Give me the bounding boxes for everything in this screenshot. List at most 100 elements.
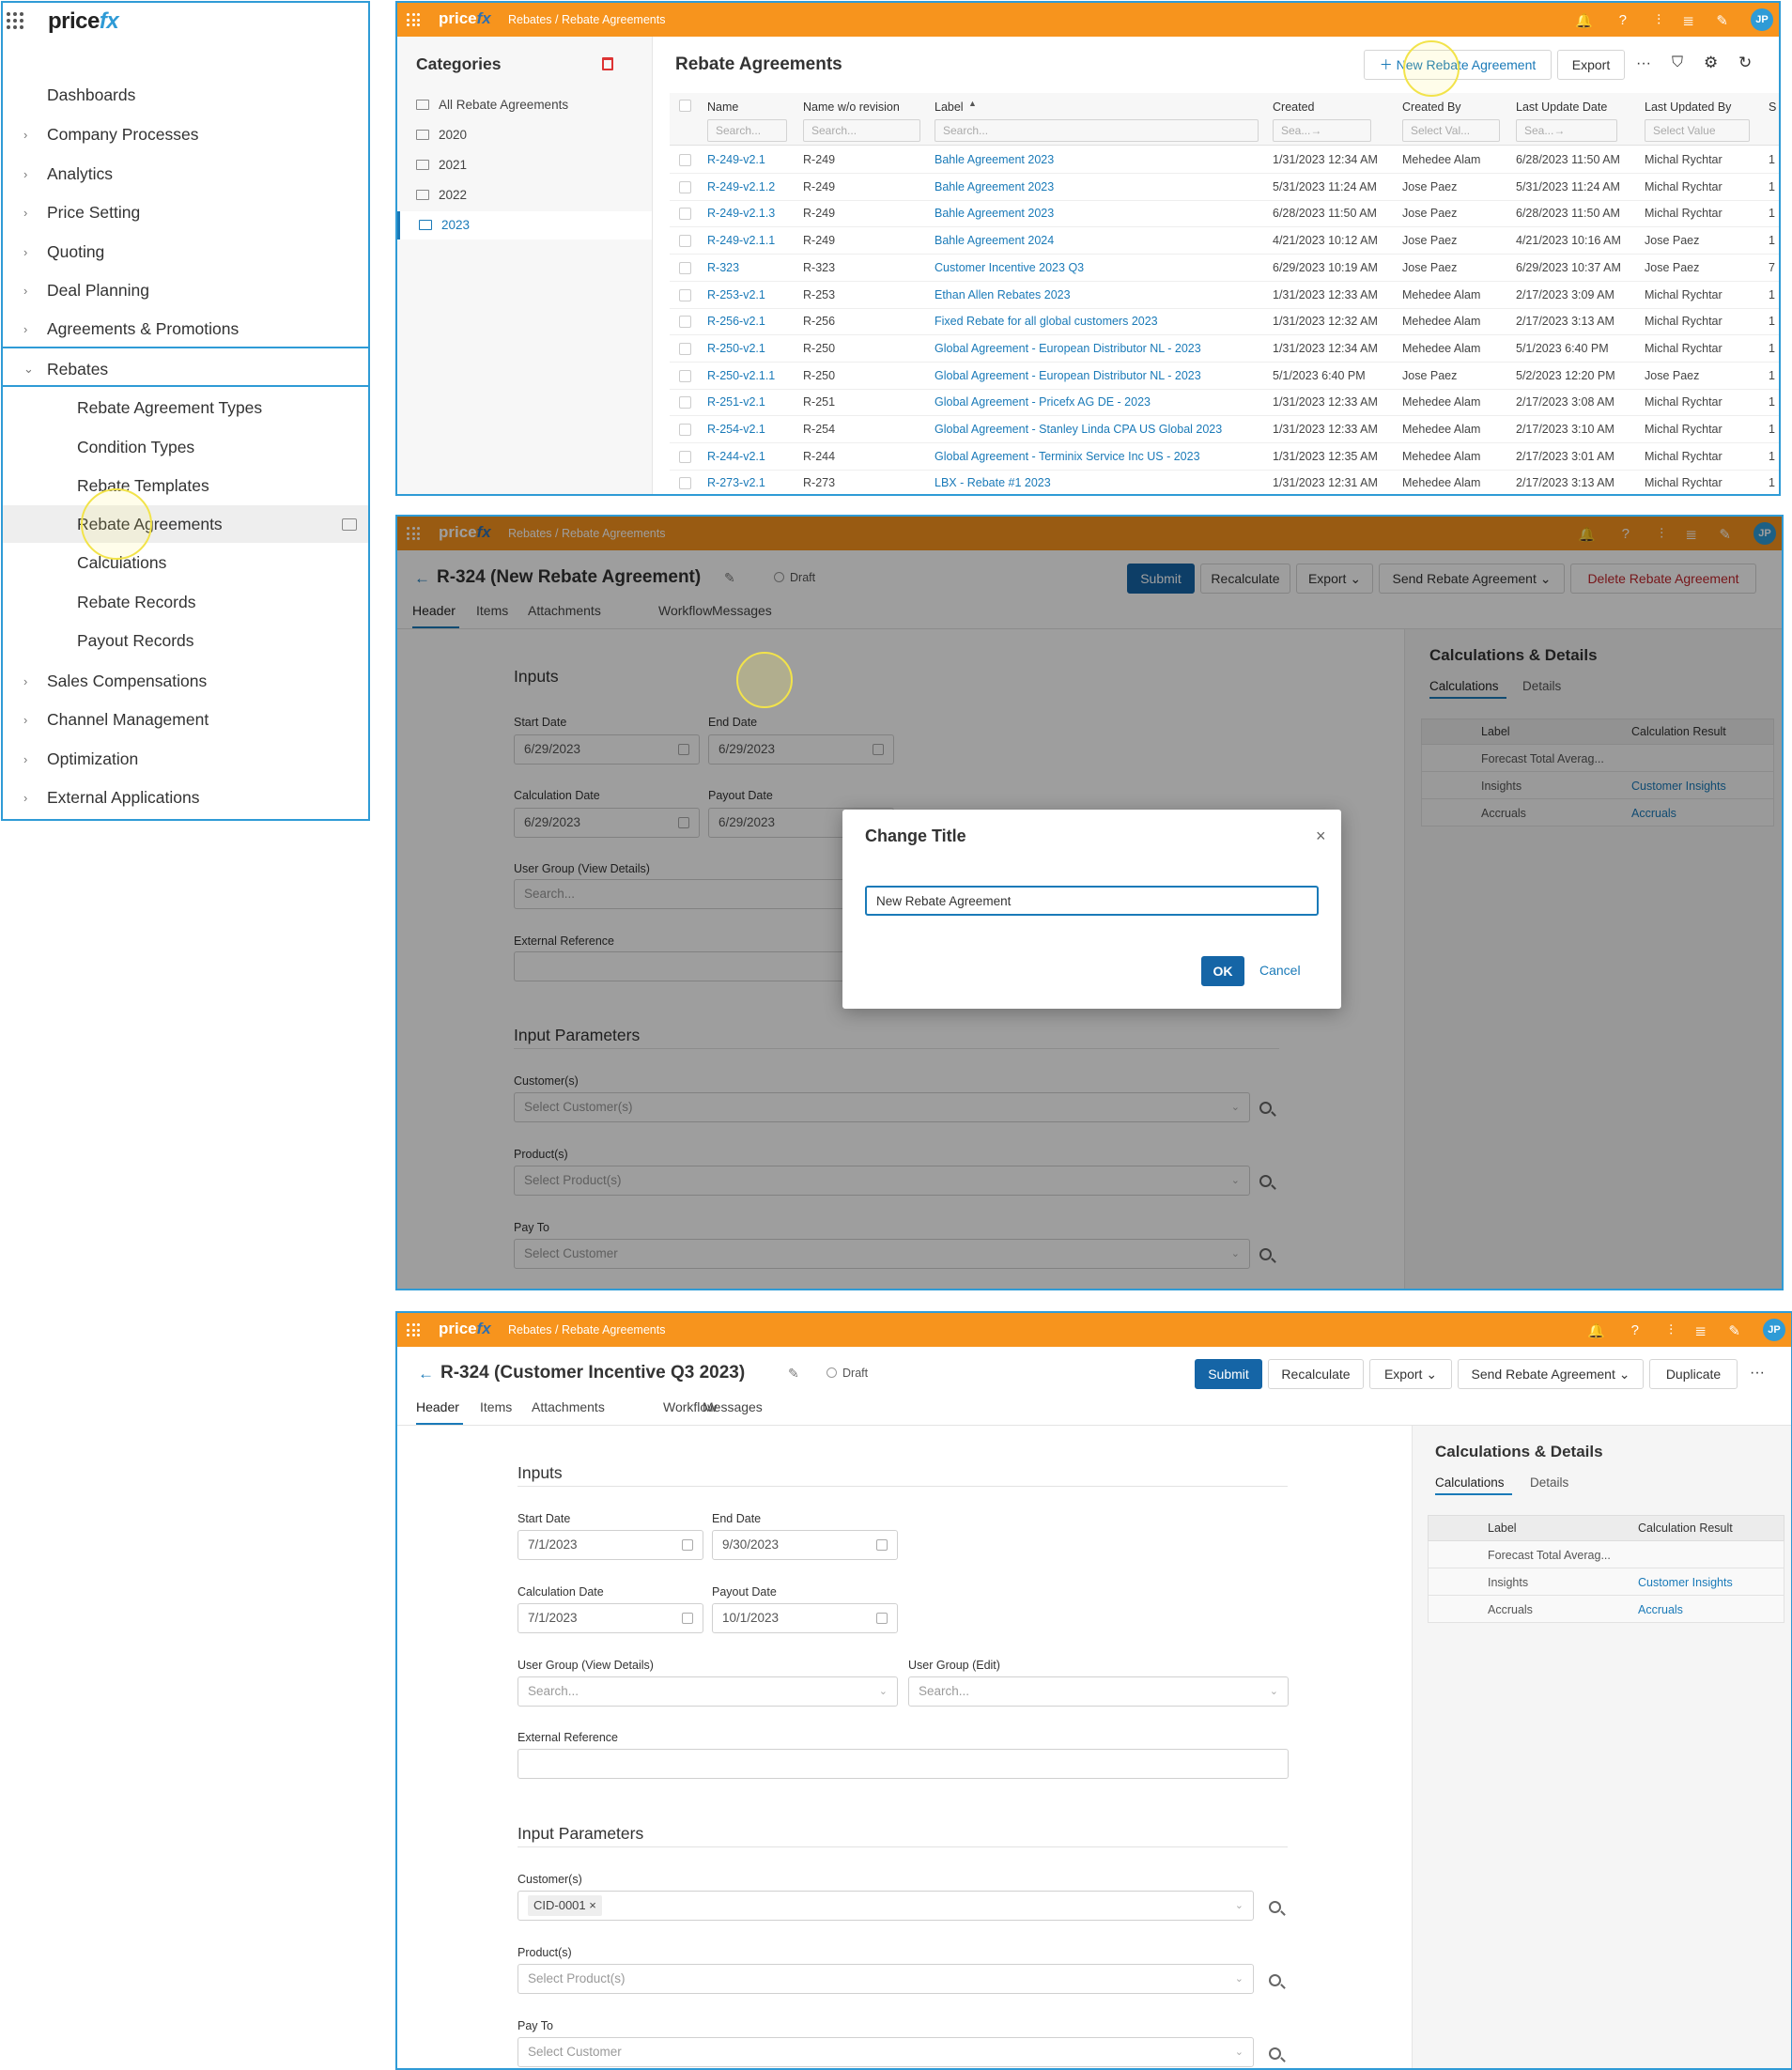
tab-attachments[interactable]: Attachments	[532, 1399, 605, 1414]
table-cell[interactable]: R-251-v2.1	[707, 395, 765, 409]
table-cell[interactable]: Fixed Rebate for all global customers 20…	[935, 315, 1158, 328]
nav-item-payout-records[interactable]: Payout Records	[3, 622, 368, 659]
tab-items[interactable]: Items	[480, 1399, 512, 1414]
table-cell[interactable]: R-253-v2.1	[707, 288, 765, 301]
table-cell[interactable]: Global Agreement - European Distributor …	[935, 342, 1201, 355]
table-cell[interactable]: Bahle Agreement 2023	[935, 180, 1054, 193]
table-cell[interactable]: Bahle Agreement 2023	[935, 153, 1054, 166]
nav-item-price-setting[interactable]: › Price Setting	[3, 193, 368, 231]
row-checkbox[interactable]	[679, 369, 691, 382]
back-arrow-icon[interactable]: ←	[418, 1365, 434, 1383]
delete-category-icon[interactable]	[602, 57, 613, 70]
more-options-icon[interactable]: ···	[1750, 1365, 1765, 1382]
column-filter-input[interactable]: Search...	[803, 119, 920, 142]
select-all-checkbox[interactable]	[679, 100, 691, 112]
nav-item-rebate-agreements[interactable]: Rebate Agreements	[3, 505, 368, 543]
category-item[interactable]: 2022	[397, 181, 652, 209]
user-avatar[interactable]: JP	[1751, 8, 1773, 31]
table-row[interactable]	[670, 336, 1779, 363]
tab-calculations[interactable]: Calculations	[1435, 1475, 1505, 1490]
pay-to-select[interactable]: Select Customer ⌄	[518, 2037, 1254, 2067]
calculation-result-link[interactable]: Customer Insights	[1638, 1576, 1733, 1589]
nav-item-quoting[interactable]: › Quoting	[3, 233, 368, 270]
cancel-button[interactable]: Cancel	[1259, 963, 1301, 978]
table-cell[interactable]: Bahle Agreement 2023	[935, 207, 1054, 220]
breadcrumb[interactable]: Rebates / Rebate Agreements	[508, 13, 665, 26]
more-options-icon[interactable]: ···	[1636, 55, 1651, 72]
submit-button[interactable]: Submit	[1195, 1359, 1262, 1389]
nav-item-agreements-promotions[interactable]: › Agreements & Promotions	[3, 310, 368, 348]
tools-icon[interactable]: ✎	[1716, 12, 1728, 29]
customers-select[interactable]: CID-0001 × ⌄	[518, 1891, 1254, 1921]
row-checkbox[interactable]	[679, 396, 691, 409]
column-filter-input[interactable]: Select Val...	[1402, 119, 1500, 142]
breadcrumb[interactable]: Rebates / Rebate Agreements	[508, 1323, 665, 1336]
payout-date-input[interactable]: 10/1/2023	[712, 1603, 898, 1633]
row-checkbox[interactable]	[679, 235, 691, 248]
row-checkbox[interactable]	[679, 450, 691, 463]
column-header-s[interactable]: S	[1769, 100, 1776, 114]
nav-item-company-processes[interactable]: › Company Processes	[3, 116, 368, 153]
row-checkbox[interactable]	[679, 261, 691, 274]
nav-item-rebate-templates[interactable]: Rebate Templates	[3, 467, 368, 504]
database-icon[interactable]: ≣	[1694, 1322, 1707, 1339]
nav-item-rebate-agreement-types[interactable]: Rebate Agreement Types	[3, 389, 368, 426]
nav-item-condition-types[interactable]: Condition Types	[3, 428, 368, 466]
nav-item-rebates[interactable]: ⌄ Rebates	[3, 350, 368, 388]
products-select[interactable]: Select Product(s) ⌄	[518, 1964, 1254, 1994]
row-checkbox[interactable]	[679, 154, 691, 166]
row-checkbox[interactable]	[679, 316, 691, 329]
table-cell[interactable]: R-250-v2.1.1	[707, 369, 775, 382]
tab-header[interactable]: Header	[416, 1399, 459, 1414]
column-header-created[interactable]: Created	[1273, 100, 1314, 114]
edit-title-icon[interactable]: ✎	[788, 1366, 799, 1382]
refresh-icon[interactable]: ↻	[1738, 54, 1752, 72]
export-button[interactable]: Export	[1557, 50, 1625, 80]
row-checkbox[interactable]	[679, 288, 691, 301]
remove-tag-icon[interactable]: ×	[589, 1898, 596, 1912]
send-rebate-agreement-dropdown[interactable]: Send Rebate Agreement ⌄	[1458, 1359, 1644, 1389]
column-header-label[interactable]: Label	[935, 100, 964, 114]
notification-bell-icon[interactable]: 🔔	[1575, 12, 1593, 29]
settings-icon[interactable]: ⚙	[1704, 54, 1718, 72]
sliders-icon[interactable]: ⫶	[1657, 12, 1661, 28]
nav-item-rebate-records[interactable]: Rebate Records	[3, 583, 368, 621]
row-checkbox[interactable]	[679, 342, 691, 355]
nav-item-analytics[interactable]: › Analytics	[3, 155, 368, 193]
sliders-icon[interactable]: ⫶	[1669, 1322, 1673, 1338]
open-in-new-window-icon[interactable]	[342, 518, 357, 531]
app-grid-icon[interactable]	[7, 12, 23, 29]
search-icon[interactable]	[1269, 2047, 1281, 2060]
help-icon[interactable]: ?	[1631, 1322, 1639, 1338]
column-filter-input[interactable]: Search...	[707, 119, 787, 142]
search-icon[interactable]	[1269, 1901, 1281, 1913]
table-cell[interactable]: Global Agreement - Terminix Service Inc …	[935, 450, 1200, 463]
tab-details[interactable]: Details	[1530, 1475, 1568, 1490]
app-grid-icon[interactable]	[407, 1323, 420, 1336]
row-checkbox[interactable]	[679, 208, 691, 221]
recalculate-button[interactable]: Recalculate	[1268, 1359, 1364, 1389]
category-item[interactable]: 2020	[397, 121, 652, 149]
nav-item-sales-compensations[interactable]: › Sales Compensations	[3, 662, 368, 700]
table-cell[interactable]: R-249-v2.1.3	[707, 207, 775, 220]
category-item[interactable]: 2023	[397, 211, 652, 239]
tools-icon[interactable]: ✎	[1728, 1322, 1740, 1339]
user-avatar[interactable]: JP	[1763, 1319, 1785, 1341]
ok-button[interactable]: OK	[1201, 956, 1244, 986]
filter-icon[interactable]: ⛉	[1672, 54, 1683, 71]
column-filter-input[interactable]: Sea...→	[1273, 119, 1371, 142]
user-group-view-input[interactable]: Search... ⌄	[518, 1676, 898, 1707]
column-header-name[interactable]: Name	[707, 100, 738, 114]
row-checkbox[interactable]	[679, 477, 691, 490]
title-input[interactable]: New Rebate Agreement	[865, 886, 1319, 916]
table-cell[interactable]: R-256-v2.1	[707, 315, 765, 328]
external-reference-input[interactable]	[518, 1749, 1289, 1779]
nav-item-channel-management[interactable]: › Channel Management	[3, 701, 368, 738]
column-filter-input[interactable]: Sea...→	[1516, 119, 1617, 142]
notification-bell-icon[interactable]: 🔔	[1587, 1322, 1605, 1339]
table-cell[interactable]: R-249-v2.1	[707, 153, 765, 166]
duplicate-button[interactable]: Duplicate	[1649, 1359, 1738, 1389]
table-cell[interactable]: R-244-v2.1	[707, 450, 765, 463]
app-grid-icon[interactable]	[407, 13, 420, 26]
table-cell[interactable]: Customer Incentive 2023 Q3	[935, 261, 1084, 274]
